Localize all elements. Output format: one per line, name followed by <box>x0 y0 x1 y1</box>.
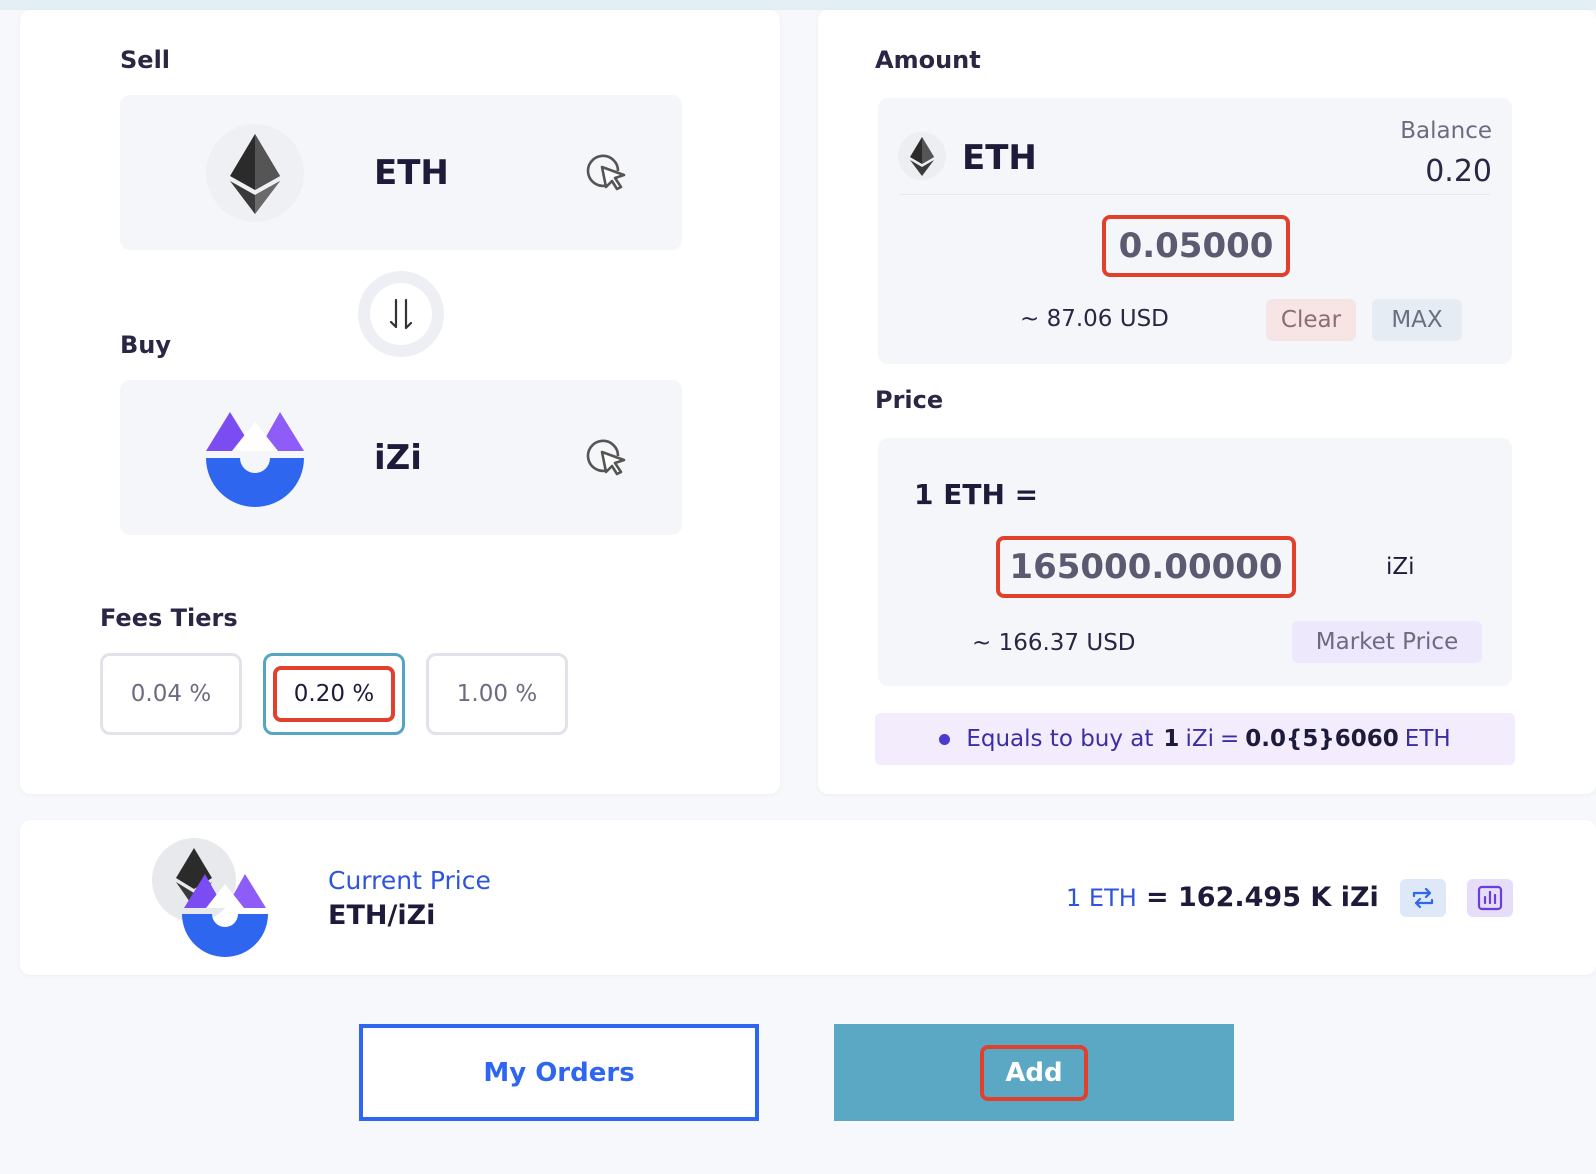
swap-direction-icon[interactable] <box>1400 879 1446 917</box>
add-button-label: Add <box>980 1044 1088 1101</box>
equals-text: Equals to buy at <box>966 726 1154 752</box>
buy-token-name: iZi <box>374 438 422 478</box>
amount-input-value: 0.05000 <box>1118 226 1274 266</box>
current-rate-value: = 162.495 K iZi <box>1146 882 1379 913</box>
sell-token-name: ETH <box>374 153 449 193</box>
equals-lhs: 1 <box>1163 726 1180 752</box>
pointer-select-icon[interactable] <box>584 436 628 480</box>
buy-token-selector[interactable]: iZi <box>120 380 682 535</box>
current-price-pair: ETH/iZi <box>328 900 436 931</box>
amount-divider <box>900 194 1490 195</box>
market-price-button[interactable]: Market Price <box>1292 621 1482 663</box>
price-usd: ~ 166.37 USD <box>972 630 1136 656</box>
chart-icon[interactable] <box>1467 879 1513 917</box>
price-input[interactable]: 165000.00000 <box>996 536 1296 598</box>
equals-value: 0.0{5}6060 <box>1245 726 1399 752</box>
equals-lhs-token: iZi <box>1185 726 1214 752</box>
izi-logo-icon <box>206 408 306 508</box>
pointer-select-icon[interactable] <box>584 151 628 195</box>
equals-banner: Equals to buy at 1 iZi = 0.0{5}6060 ETH <box>875 713 1515 765</box>
amount-token-name: ETH <box>962 138 1037 178</box>
price-prefix: 1 ETH = <box>914 478 1039 511</box>
amount-label: Amount <box>875 46 981 74</box>
balance-label: Balance <box>1400 118 1492 144</box>
pair-logo-icon <box>150 838 270 958</box>
clear-button[interactable]: Clear <box>1266 299 1356 341</box>
equals-sign: = <box>1219 726 1240 752</box>
amount-usd: ~ 87.06 USD <box>1020 306 1169 332</box>
bullet-dot-icon <box>939 733 951 745</box>
fee-tier-0-04[interactable]: 0.04 % <box>100 653 242 735</box>
sell-token-selector[interactable]: ETH <box>120 95 682 250</box>
price-panel: 1 ETH = 165000.00000 iZi ~ 166.37 USD Ma… <box>878 438 1512 686</box>
sell-label: Sell <box>120 46 171 74</box>
price-unit: iZi <box>1386 554 1415 580</box>
eth-logo-icon <box>898 132 946 180</box>
amount-input[interactable]: 0.05000 <box>1102 215 1290 277</box>
price-input-value: 165000.00000 <box>1009 547 1283 587</box>
balance-value: 0.20 <box>1425 154 1492 189</box>
add-button[interactable]: Add <box>834 1024 1234 1121</box>
equals-rhs-token: ETH <box>1404 726 1451 752</box>
fees-tiers-label: Fees Tiers <box>100 604 238 632</box>
price-label: Price <box>875 386 944 414</box>
current-rate-lhs: 1 ETH <box>1066 884 1137 912</box>
buy-label: Buy <box>120 331 172 359</box>
max-button[interactable]: MAX <box>1372 299 1462 341</box>
current-price-label: Current Price <box>328 866 491 895</box>
fee-tier-1-00[interactable]: 1.00 % <box>426 653 568 735</box>
amount-panel: ETH Balance 0.20 0.05000 ~ 87.06 USD Cle… <box>878 98 1512 364</box>
fee-tier-label: 0.20 % <box>273 666 395 722</box>
my-orders-button[interactable]: My Orders <box>359 1024 759 1121</box>
eth-logo-icon <box>206 124 304 222</box>
fee-tier-0-20[interactable]: 0.20 % <box>263 653 405 735</box>
swap-arrows-icon[interactable] <box>358 271 444 357</box>
top-bar <box>0 0 1596 10</box>
